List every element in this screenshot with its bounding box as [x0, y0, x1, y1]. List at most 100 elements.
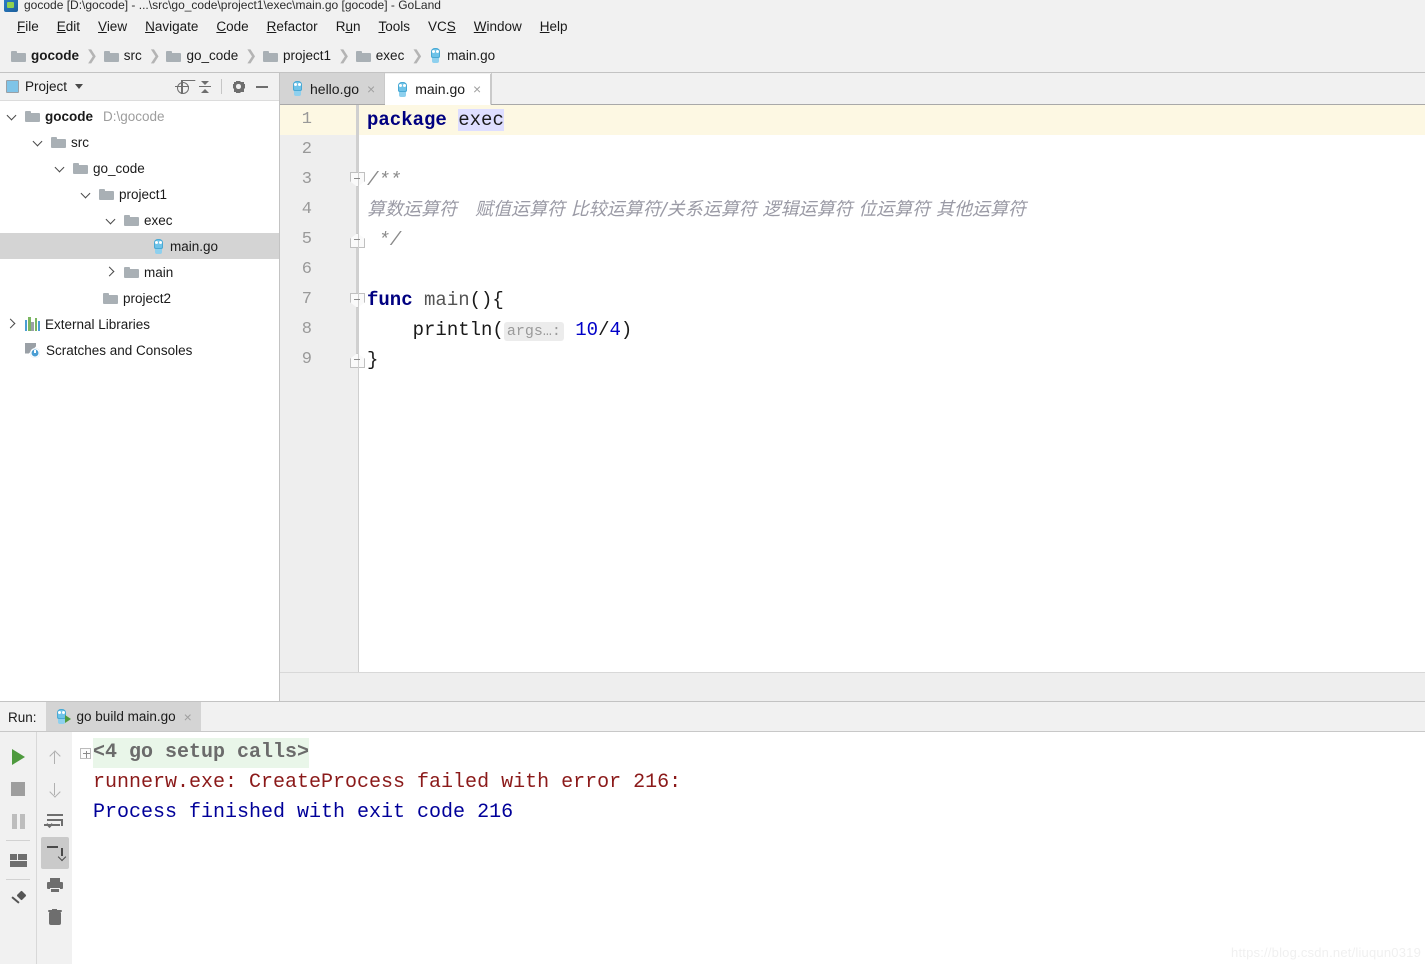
code-line-8[interactable]: println(args…: 10/4): [359, 315, 1425, 345]
stop-icon[interactable]: [4, 773, 32, 805]
breadcrumb-item-go_code[interactable]: go_code: [163, 48, 241, 63]
tree-item-src[interactable]: src: [0, 129, 279, 155]
editor-tab-main-go[interactable]: main.go ×: [385, 74, 492, 105]
chevron-down-icon[interactable]: [52, 160, 68, 176]
menu-file[interactable]: File: [8, 16, 48, 37]
tree-item-external-libraries[interactable]: External Libraries: [0, 311, 279, 337]
code-line-5[interactable]: */: [359, 225, 1425, 255]
breadcrumb-item-src[interactable]: src: [101, 48, 145, 63]
expand-fold-icon[interactable]: [80, 747, 91, 759]
print-icon[interactable]: [41, 869, 69, 901]
menu-view[interactable]: View: [89, 16, 136, 37]
breadcrumb-item-exec[interactable]: exec: [353, 48, 408, 63]
menu-refactor[interactable]: Refactor: [258, 16, 327, 37]
scratches-icon: [25, 343, 41, 358]
collapse-all-icon[interactable]: [198, 80, 212, 94]
menu-tools[interactable]: Tools: [369, 16, 419, 37]
console-line-exit-code: Process finished with exit code 216: [93, 801, 514, 824]
watermark: https://blog.csdn.net/liuqun0319: [1231, 945, 1421, 960]
editor-tab-hello-go[interactable]: hello.go ×: [280, 73, 386, 104]
close-icon[interactable]: ×: [184, 710, 192, 724]
pause-icon[interactable]: [4, 805, 32, 837]
chevron-down-icon[interactable]: [75, 84, 84, 89]
tree-item-label: main: [144, 264, 174, 280]
folder-icon: [73, 162, 88, 174]
breadcrumb-item-gocode[interactable]: gocode: [8, 48, 82, 63]
chevron-down-icon[interactable]: [103, 212, 119, 228]
run-console-output[interactable]: <4 go setup calls> runnerw.exe: CreatePr…: [72, 732, 1425, 964]
chevron-right-icon[interactable]: [4, 316, 20, 332]
run-tab-label: go build main.go: [76, 709, 176, 724]
pin-tab-icon[interactable]: [4, 883, 32, 915]
breadcrumb-label: gocode: [31, 48, 80, 63]
scroll-to-end-icon[interactable]: [40, 837, 69, 869]
run-tab-go-build-main-go[interactable]: go build main.go ×: [45, 702, 201, 731]
menu-window[interactable]: Window: [465, 16, 531, 37]
project-view-icon: [6, 80, 19, 93]
hide-icon[interactable]: [255, 80, 269, 94]
locate-icon[interactable]: [175, 79, 189, 94]
menu-run[interactable]: Run: [327, 16, 370, 37]
menu-edit[interactable]: Edit: [48, 16, 89, 37]
tree-item-main-go[interactable]: main.go: [0, 233, 279, 259]
code-line-6[interactable]: [359, 255, 1425, 285]
tree-item-gocode[interactable]: gocode D:\gocode: [0, 103, 279, 129]
tree-item-label: gocode: [45, 108, 94, 124]
editor-tab-label: main.go: [415, 81, 466, 97]
console-line-setup-calls[interactable]: <4 go setup calls>: [80, 738, 1425, 768]
keyword-package: package: [367, 109, 447, 131]
close-brace: }: [367, 349, 379, 371]
code-line-7[interactable]: func main(){: [359, 285, 1425, 315]
down-arrow-icon[interactable]: [41, 773, 69, 805]
code-line-4[interactable]: 算数运算符 赋值运算符 比较运算符/关系运算符 逻辑运算符 位运算符 其他运算符: [359, 195, 1425, 225]
gear-icon[interactable]: [231, 79, 246, 94]
chevron-down-icon[interactable]: [78, 186, 94, 202]
breadcrumb-item-project1[interactable]: project1: [260, 48, 334, 63]
tree-item-main[interactable]: main: [0, 259, 279, 285]
code-line-2[interactable]: [359, 135, 1425, 165]
tree-item-label: Scratches and Consoles: [46, 342, 193, 358]
run-toolbar-right: [36, 732, 72, 964]
code-line-9[interactable]: }: [359, 345, 1425, 375]
close-icon[interactable]: ×: [473, 82, 481, 96]
chevron-down-icon[interactable]: [4, 108, 20, 124]
tree-item-go_code[interactable]: go_code: [0, 155, 279, 181]
editor-horizontal-scrollbar[interactable]: [280, 672, 1425, 701]
code-text-area[interactable]: package exec /** 算数运算符 赋值运算符 比较运算符/关系运算符…: [358, 105, 1425, 700]
menu-help[interactable]: Help: [531, 16, 577, 37]
chevron-right-icon[interactable]: [103, 264, 119, 280]
breadcrumb-item-main-go[interactable]: main.go: [426, 48, 498, 63]
close-icon[interactable]: ×: [367, 82, 375, 96]
folder-icon: [51, 136, 66, 148]
editor-gutter[interactable]: 1 2 3 4 5 6 7 8 9: [280, 105, 360, 700]
tree-item-scratches-and-consoles[interactable]: Scratches and Consoles: [0, 337, 279, 363]
tree-item-label: External Libraries: [45, 316, 151, 332]
tree-item-project1[interactable]: project1: [0, 181, 279, 207]
code-editor[interactable]: 1 2 3 4 5 6 7 8 9 package exec /** 算数运算符…: [280, 105, 1425, 700]
parameter-hint: args…:: [503, 322, 564, 341]
window-title: gocode [D:\gocode] - ...\src\go_code\pro…: [24, 0, 441, 12]
tree-item-path: D:\gocode: [103, 108, 165, 124]
toolbar-divider: [6, 879, 30, 880]
tree-item-project2[interactable]: project2: [0, 285, 279, 311]
trash-icon[interactable]: [41, 901, 69, 933]
breadcrumb: gocode ❯ src ❯ go_code ❯ project1 ❯ exec…: [0, 39, 1425, 73]
project-tree: gocode D:\gocode src go_code project1 ex…: [0, 101, 279, 363]
menu-code[interactable]: Code: [207, 16, 257, 37]
operator-divide: /: [598, 319, 610, 341]
editor-tabbar: hello.go × main.go ×: [280, 73, 1425, 105]
project-panel-header: Project: [0, 73, 279, 101]
line-number: 1: [301, 110, 312, 129]
up-arrow-icon[interactable]: [41, 741, 69, 773]
code-line-1[interactable]: package exec: [359, 105, 1425, 135]
soft-wrap-icon[interactable]: [41, 805, 69, 837]
tree-item-label: main.go: [170, 238, 219, 254]
tree-item-exec[interactable]: exec: [0, 207, 279, 233]
code-line-3[interactable]: /**: [359, 165, 1425, 195]
layout-icon[interactable]: [4, 844, 32, 876]
tabbar-filler: [491, 73, 1425, 104]
rerun-play-icon[interactable]: [4, 741, 32, 773]
menu-navigate[interactable]: Navigate: [136, 16, 207, 37]
chevron-down-icon[interactable]: [30, 134, 46, 150]
menu-vcs[interactable]: VCS: [419, 16, 465, 37]
